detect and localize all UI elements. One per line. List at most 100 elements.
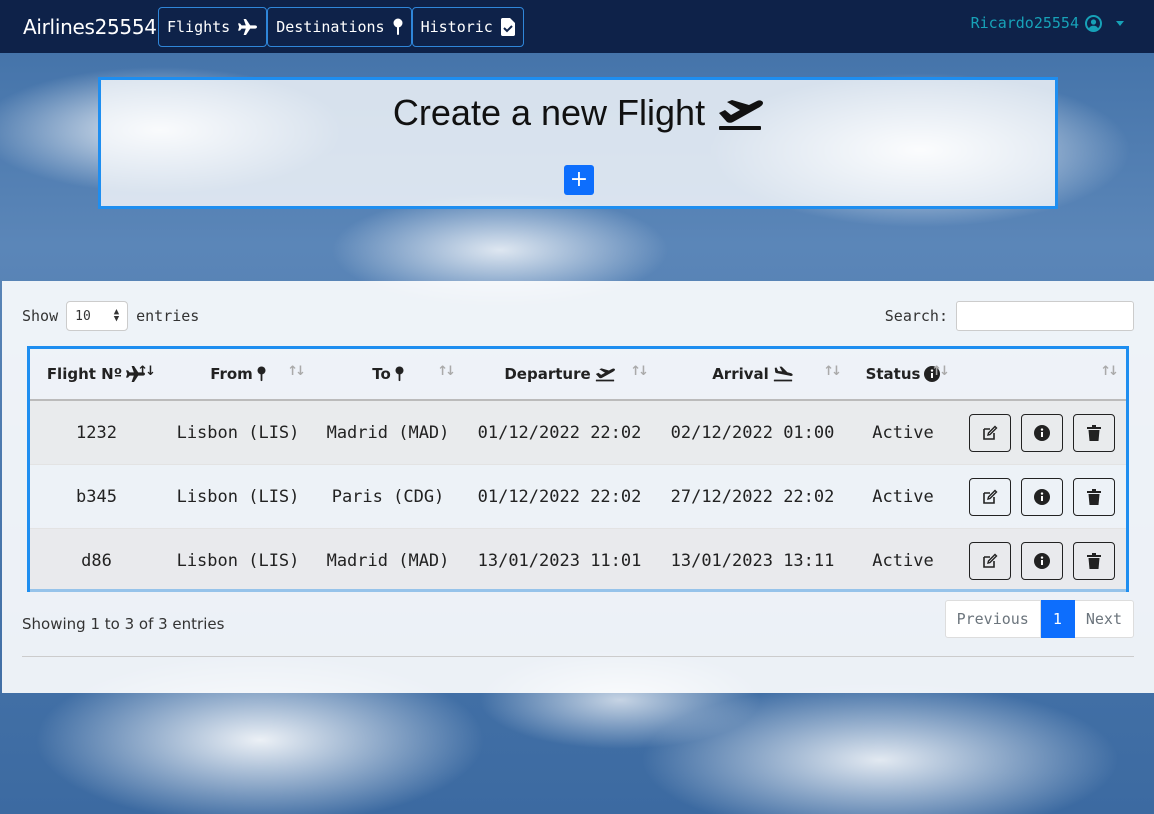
column-header-from[interactable]: From ↑↓ (163, 349, 313, 401)
info-circle-icon (1034, 424, 1050, 441)
nav-link-label: Flights (167, 17, 231, 36)
edit-button[interactable] (969, 541, 1011, 580)
map-pin-icon (393, 18, 403, 35)
delete-button[interactable] (1073, 413, 1115, 452)
cell-actions (957, 399, 1126, 465)
sort-icon: ↑↓ (931, 364, 950, 379)
column-header-actions[interactable]: ↑↓ (957, 349, 1126, 401)
details-button[interactable] (1021, 413, 1063, 452)
column-label: Status (865, 365, 921, 383)
entries-length-select[interactable]: 10 ▲ ▼ (66, 301, 129, 331)
nav-links: Flights Destinations Historic (158, 6, 524, 47)
user-menu[interactable]: Ricardo25554 (971, 14, 1124, 32)
details-button[interactable] (1021, 541, 1063, 580)
create-flight-card: Create a new Flight + (98, 77, 1058, 209)
previous-page-button[interactable]: Previous (944, 600, 1041, 638)
plane-departure-icon (595, 368, 615, 382)
brand-logo[interactable]: Airlines25554 (23, 15, 158, 39)
map-pin-icon (257, 366, 266, 382)
edit-icon (983, 425, 998, 440)
search-control: Search: (885, 301, 1134, 331)
cell-status: Active (849, 464, 957, 529)
select-arrows-icon: ▲ ▼ (113, 307, 120, 324)
search-label: Search: (884, 307, 948, 325)
info-circle-icon (1034, 488, 1050, 505)
cell-from: Lisbon (LIS) (163, 464, 313, 529)
edit-icon (983, 489, 998, 504)
column-label: Departure (504, 365, 591, 383)
sort-icon: ↑↓ (137, 364, 156, 379)
pagination: Previous 1 Next (944, 600, 1134, 638)
chevron-down-icon (1116, 20, 1124, 26)
info-circle-icon (1034, 552, 1050, 569)
page-title: Create a new Flight (392, 92, 706, 133)
cell-from: Lisbon (LIS) (163, 528, 313, 592)
add-flight-button[interactable]: + (564, 165, 594, 195)
nav-link-label: Historic (420, 17, 493, 36)
delete-button[interactable] (1073, 477, 1115, 516)
show-label: Show (22, 307, 59, 325)
cell-arrival: 13/01/2023 13:11 (656, 528, 849, 592)
column-label: From (210, 365, 253, 383)
column-header-arrival[interactable]: Arrival ↑↓ (656, 349, 849, 401)
column-label: Flight Nº (46, 365, 123, 383)
flights-table-panel: Show 10 ▲▼ entries Search: Flight Nº ↑↓ (2, 281, 1154, 693)
cell-actions (957, 464, 1126, 529)
cell-from: Lisbon (LIS) (163, 399, 313, 465)
cell-to: Madrid (MAD) (313, 528, 463, 592)
flights-table: Flight Nº ↑↓ From ↑↓ To ↑↓ Departure ↑↓ … (30, 349, 1126, 592)
cell-flight: b345 (30, 464, 163, 529)
user-name: Ricardo25554 (970, 14, 1079, 32)
column-header-flight[interactable]: Flight Nº ↑↓ (30, 349, 163, 401)
cell-status: Active (849, 399, 957, 465)
details-button[interactable] (1021, 477, 1063, 516)
plane-icon (238, 18, 258, 35)
sort-icon: ↑↓ (823, 364, 842, 379)
nav-link-label: Destinations (276, 17, 385, 36)
sort-icon: ↑↓ (630, 364, 649, 379)
entries-length-control: Show 10 ▲ ▼ entries (22, 301, 199, 331)
table-row: d86 Lisbon (LIS) Madrid (MAD) 13/01/2023… (30, 528, 1126, 592)
page-1-button[interactable]: 1 (1040, 600, 1075, 638)
trash-icon (1087, 552, 1101, 569)
table-row: 1232 Lisbon (LIS) Madrid (MAD) 01/12/202… (30, 399, 1126, 465)
edit-button[interactable] (969, 413, 1011, 452)
delete-button[interactable] (1073, 541, 1115, 580)
entries-length-value: 10 (75, 308, 91, 324)
cell-to: Madrid (MAD) (313, 399, 463, 465)
cell-flight: d86 (30, 528, 163, 592)
search-input[interactable] (956, 301, 1134, 331)
cell-departure: 01/12/2022 22:02 (463, 399, 656, 465)
cell-actions (957, 528, 1126, 592)
cell-to: Paris (CDG) (313, 464, 463, 529)
sort-icon: ↑↓ (287, 364, 306, 379)
nav-link-historic[interactable]: Historic (411, 6, 524, 47)
column-header-departure[interactable]: Departure ↑↓ (463, 349, 656, 401)
column-label: To (372, 365, 391, 383)
nav-link-flights[interactable]: Flights (158, 6, 268, 47)
flights-table-container: Flight Nº ↑↓ From ↑↓ To ↑↓ Departure ↑↓ … (27, 346, 1129, 592)
table-header-row: Flight Nº ↑↓ From ↑↓ To ↑↓ Departure ↑↓ … (30, 349, 1126, 401)
divider (22, 656, 1134, 657)
map-pin-icon (395, 366, 404, 382)
column-header-status[interactable]: Status ↑↓ (849, 349, 957, 401)
cell-status: Active (849, 528, 957, 592)
create-flight-heading: Create a new Flight (101, 92, 1055, 134)
sort-icon: ↑↓ (1100, 364, 1119, 379)
cell-departure: 13/01/2023 11:01 (463, 528, 656, 592)
file-icon (500, 17, 515, 36)
column-header-to[interactable]: To ↑↓ (313, 349, 463, 401)
column-label: Arrival (712, 365, 769, 383)
table-info: Showing 1 to 3 of 3 entries (22, 615, 225, 633)
plane-arrival-icon (773, 366, 793, 382)
cell-departure: 01/12/2022 22:02 (463, 464, 656, 529)
next-page-button[interactable]: Next (1074, 600, 1134, 638)
edit-icon (983, 553, 998, 568)
edit-button[interactable] (969, 477, 1011, 516)
plane-departure-icon (719, 100, 764, 130)
trash-icon (1087, 488, 1101, 505)
entries-label: entries (136, 307, 200, 325)
cell-arrival: 02/12/2022 01:00 (656, 399, 849, 465)
nav-link-destinations[interactable]: Destinations (267, 6, 412, 47)
cell-arrival: 27/12/2022 22:02 (656, 464, 849, 529)
